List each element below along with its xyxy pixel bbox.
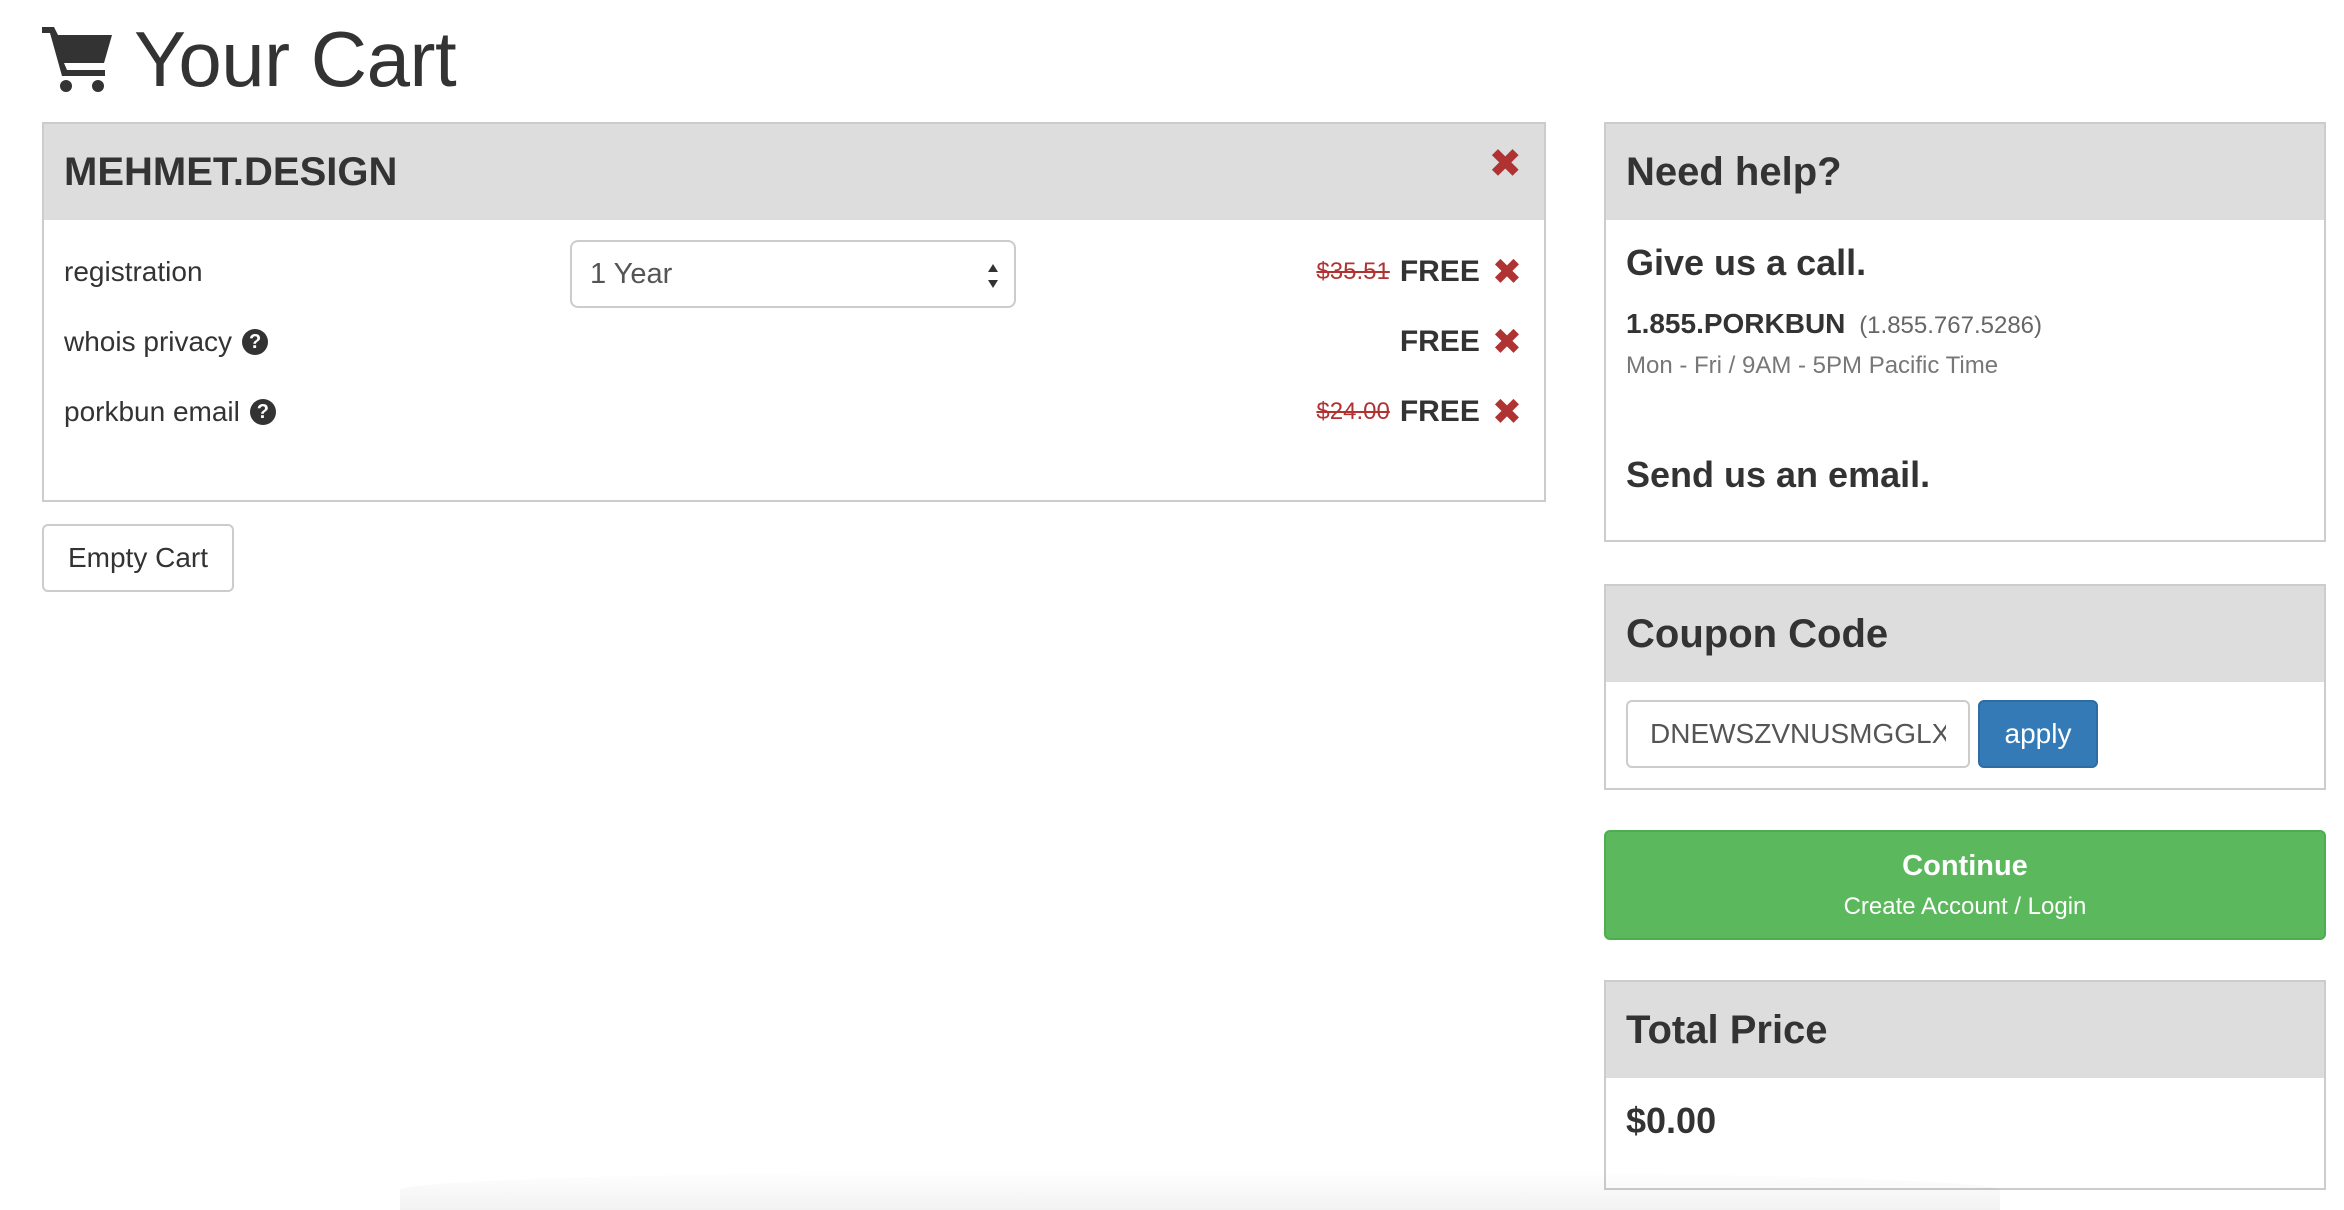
porkbun-email-label: porkbun email xyxy=(64,396,240,427)
price-free: FREE xyxy=(1399,255,1480,288)
help-panel: Need help? Give us a call. 1.855.PORKBUN… xyxy=(1604,122,2326,542)
domain-name: MEHMET.DESIGN xyxy=(64,149,398,194)
old-price: $24.00 xyxy=(1316,398,1390,425)
total-price: $0.00 xyxy=(1626,1100,1717,1141)
price-free: FREE xyxy=(1399,325,1480,358)
continue-label: Continue xyxy=(1902,849,2028,882)
bottom-shadow xyxy=(400,1170,2000,1210)
remove-domain-icon[interactable]: ✖ xyxy=(1488,144,1522,184)
phone-alt: (1.855.767.5286) xyxy=(1859,312,2042,339)
select-arrows-icon xyxy=(988,264,998,288)
cart-item-porkbun-email: porkbun email ? $24.00 FREE ✖ xyxy=(64,384,1522,440)
item-price: FREE ✖ xyxy=(1400,324,1522,360)
cart-item-whois-privacy: whois privacy ? FREE ✖ xyxy=(64,314,1522,370)
select-value: 1 Year xyxy=(590,257,673,290)
page-header: Your Cart xyxy=(40,14,457,104)
help-title: Need help? xyxy=(1626,149,1842,194)
item-label: whois privacy ? xyxy=(64,326,269,358)
item-price: $35.51 FREE ✖ xyxy=(1316,254,1522,290)
coupon-heading: Coupon Code xyxy=(1606,586,2324,682)
phone-line: 1.855.PORKBUN (1.855.767.5286) xyxy=(1626,308,2304,340)
help-heading: Need help? xyxy=(1606,124,2324,220)
shopping-cart-icon xyxy=(42,27,112,92)
item-label: porkbun email ? xyxy=(64,396,276,428)
email-link[interactable]: Send us an email. xyxy=(1626,454,2304,496)
cart-panel: MEHMET.DESIGN ✖ registration $35.51 FREE… xyxy=(42,122,1546,502)
total-title: Total Price xyxy=(1626,1007,1828,1052)
total-body: $0.00 xyxy=(1606,1078,2324,1164)
empty-cart-button[interactable]: Empty Cart xyxy=(42,524,234,592)
coupon-body: apply xyxy=(1606,682,2324,786)
page-title: Your Cart xyxy=(134,15,457,103)
registration-term-select[interactable]: 1 Year xyxy=(570,240,1016,308)
total-panel: Total Price $0.00 xyxy=(1604,980,2326,1190)
coupon-panel: Coupon Code apply xyxy=(1604,584,2326,790)
cart-domain-heading: MEHMET.DESIGN ✖ xyxy=(44,124,1544,220)
total-heading: Total Price xyxy=(1606,982,2324,1078)
question-circle-icon[interactable]: ? xyxy=(249,399,276,425)
continue-button[interactable]: Continue Create Account / Login xyxy=(1604,830,2326,940)
old-price: $35.51 xyxy=(1316,258,1390,285)
apply-coupon-button[interactable]: apply xyxy=(1978,700,2098,768)
question-circle-icon[interactable]: ? xyxy=(242,329,269,355)
help-body: Give us a call. 1.855.PORKBUN (1.855.767… xyxy=(1606,220,2324,518)
item-label: registration xyxy=(64,256,203,288)
call-heading: Give us a call. xyxy=(1626,242,1867,283)
phone-main[interactable]: 1.855.PORKBUN xyxy=(1626,308,1845,339)
remove-whois-icon[interactable]: ✖ xyxy=(1492,324,1522,360)
coupon-title: Coupon Code xyxy=(1626,611,1889,656)
remove-registration-icon[interactable]: ✖ xyxy=(1492,254,1522,290)
continue-sublabel: Create Account / Login xyxy=(1843,892,2087,920)
whois-privacy-label: whois privacy xyxy=(64,326,233,357)
remove-email-icon[interactable]: ✖ xyxy=(1492,394,1522,430)
coupon-input[interactable] xyxy=(1626,700,1970,768)
support-hours: Mon - Fri / 9AM - 5PM Pacific Time xyxy=(1626,352,1999,379)
price-free: FREE xyxy=(1399,395,1480,428)
item-price: $24.00 FREE ✖ xyxy=(1316,394,1522,430)
registration-label: registration xyxy=(64,256,203,287)
